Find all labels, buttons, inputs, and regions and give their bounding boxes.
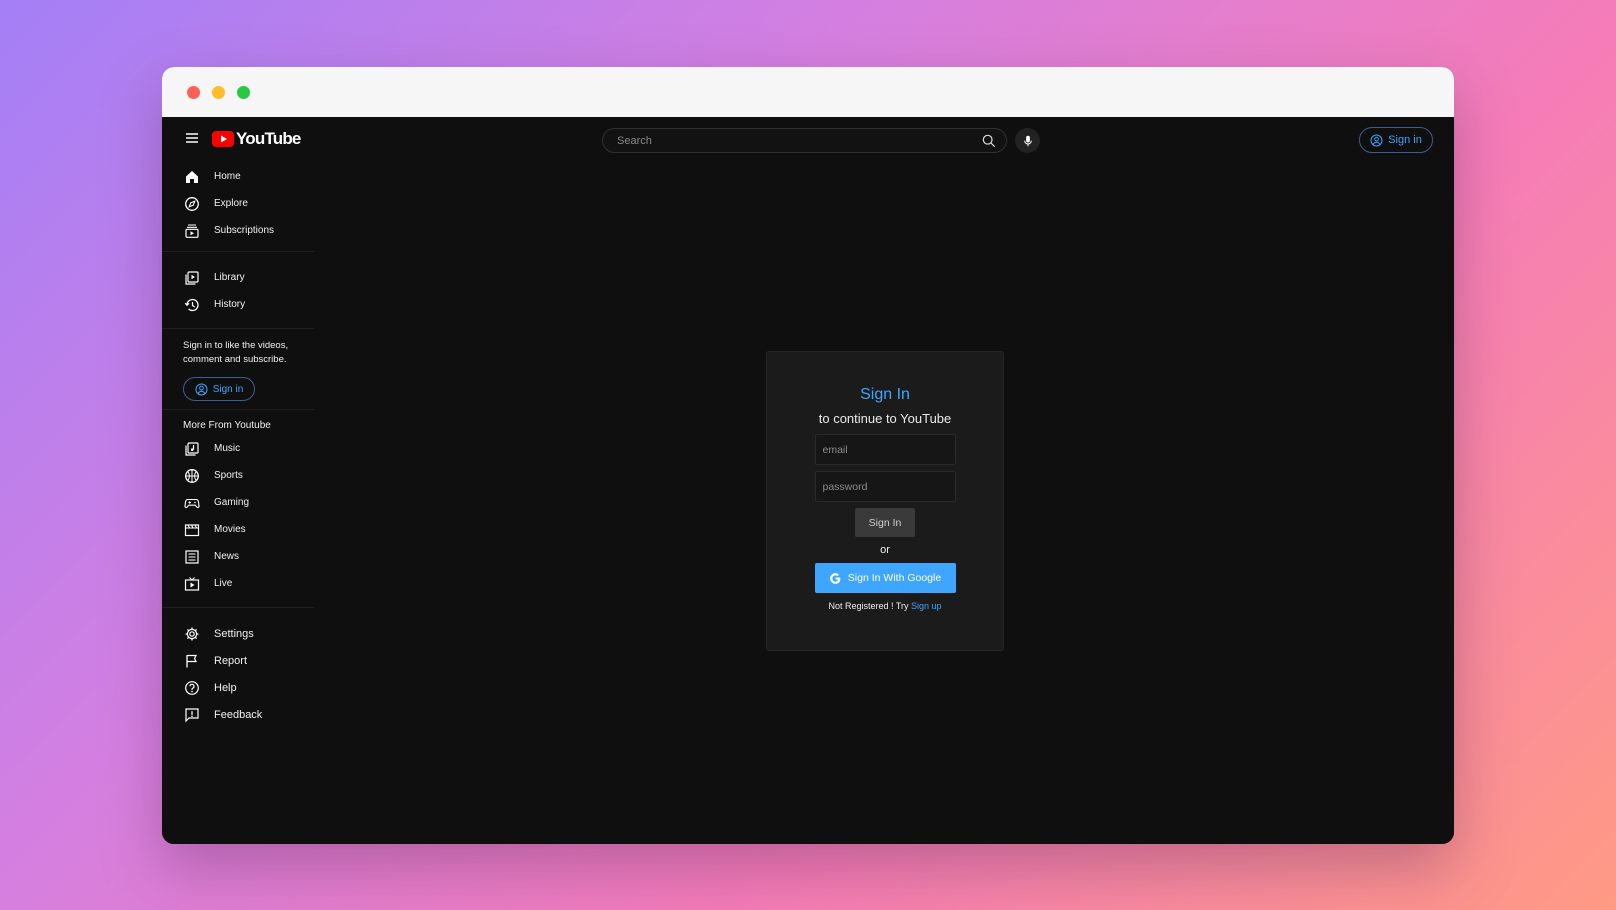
- header-sign-in-button[interactable]: Sign in: [1359, 127, 1433, 153]
- sidebar-sign-in-button[interactable]: Sign in: [183, 377, 255, 401]
- sidebar-sign-in-label: Sign in: [212, 383, 244, 395]
- gaming-icon: [184, 498, 200, 508]
- menu-icon[interactable]: [184, 130, 200, 146]
- sidebar-item-help[interactable]: Help: [162, 674, 314, 701]
- register-prompt: Not Registered ! Try Sign up: [828, 601, 941, 611]
- window-titlebar: [162, 67, 1454, 117]
- youtube-play-icon: [212, 131, 234, 147]
- sidebar-item-label: Gaming: [214, 497, 250, 508]
- sidebar-item-label: Feedback: [214, 708, 263, 721]
- sidebar-item-report[interactable]: Report: [162, 647, 314, 674]
- password-field[interactable]: [814, 471, 956, 502]
- music-icon: [185, 441, 199, 456]
- sidebar-item-label: History: [214, 299, 246, 310]
- google-sign-in-label: Sign In With Google: [847, 572, 942, 584]
- search-button[interactable]: [972, 129, 1006, 152]
- account-circle-icon: [195, 382, 208, 396]
- sidebar-item-label: News: [214, 551, 240, 562]
- sidebar-item-music[interactable]: Music: [162, 435, 314, 462]
- logo-text: YouTube: [236, 129, 301, 148]
- sidebar-item-label: Report: [214, 654, 248, 667]
- sign-up-link[interactable]: Sign up: [911, 601, 942, 611]
- search-icon: [982, 134, 996, 147]
- sidebar-item-library[interactable]: Library: [162, 264, 314, 291]
- live-icon: [184, 576, 200, 591]
- feedback-icon: [185, 707, 199, 722]
- sidebar-divider: [162, 607, 314, 608]
- home-icon: [186, 170, 198, 183]
- sign-in-promo: Sign in to like the videos, comment and …: [162, 329, 314, 409]
- header-sign-in-label: Sign in: [1388, 134, 1422, 146]
- email-field[interactable]: [814, 434, 956, 465]
- voice-search-button[interactable]: [1015, 128, 1040, 153]
- google-sign-in-button[interactable]: Sign In With Google: [814, 563, 956, 593]
- sidebar-item-settings[interactable]: Settings: [162, 620, 314, 647]
- sports-icon: [185, 468, 199, 483]
- gear-icon: [185, 627, 199, 640]
- sidebar-item-sports[interactable]: Sports: [162, 462, 314, 489]
- sidebar-item-history[interactable]: History: [162, 291, 314, 318]
- subscriptions-icon: [185, 223, 199, 238]
- library-icon: [185, 270, 199, 285]
- search-box: [602, 128, 1007, 153]
- more-from-youtube-heading: More From Youtube: [183, 420, 271, 431]
- sidebar-item-gaming[interactable]: Gaming: [162, 489, 314, 516]
- sidebar-item-label: Library: [214, 272, 245, 283]
- news-icon: [185, 549, 199, 564]
- compass-icon: [185, 196, 199, 211]
- sidebar-item-movies[interactable]: Movies: [162, 516, 314, 543]
- movies-icon: [184, 523, 200, 536]
- sidebar-item-news[interactable]: News: [162, 543, 314, 570]
- register-text: Not Registered ! Try: [828, 601, 909, 611]
- sign-in-submit-button[interactable]: Sign In: [855, 508, 915, 537]
- sign-in-title: Sign In: [860, 386, 910, 403]
- sidebar-item-label: Live: [214, 578, 233, 589]
- youtube-app: YouTube Search Sign in Home Explore Subs…: [162, 117, 1454, 844]
- sidebar-item-label: Home: [214, 171, 241, 182]
- help-icon: [185, 680, 199, 695]
- sidebar-item-label: Movies: [214, 524, 246, 535]
- sidebar-item-label: Music: [214, 443, 241, 454]
- sidebar-item-home[interactable]: Home: [162, 163, 314, 190]
- search-input[interactable]: [603, 134, 972, 147]
- sidebar-divider: [162, 251, 314, 252]
- sign-in-subtitle: to continue to YouTube: [818, 411, 952, 426]
- sidebar-item-label: Subscriptions: [214, 225, 275, 236]
- maximize-window-button[interactable]: [237, 85, 250, 99]
- sign-in-card: Sign In to continue to YouTube Sign In o…: [766, 351, 1004, 651]
- history-icon: [184, 298, 199, 311]
- account-circle-icon: [1370, 133, 1383, 147]
- sidebar-item-subscriptions[interactable]: Subscriptions: [162, 217, 314, 244]
- youtube-logo[interactable]: YouTube: [212, 129, 301, 149]
- sidebar-item-label: Sports: [214, 470, 243, 481]
- sidebar: Home Explore Subscriptions Library Histo…: [162, 163, 314, 728]
- top-bar: YouTube Search Sign in: [162, 117, 1454, 161]
- flag-icon: [186, 654, 197, 667]
- google-icon: [829, 572, 841, 584]
- sidebar-item-label: Settings: [214, 627, 254, 640]
- sidebar-item-label: Help: [214, 681, 237, 694]
- sidebar-item-live[interactable]: Live: [162, 570, 314, 597]
- or-separator: or: [880, 544, 890, 556]
- sign-in-promo-text: Sign in to like the videos, comment and …: [183, 340, 289, 365]
- sidebar-item-feedback[interactable]: Feedback: [162, 701, 314, 728]
- browser-window: YouTube Search Sign in Home Explore Subs…: [162, 67, 1454, 844]
- microphone-icon: [1023, 135, 1032, 146]
- close-window-button[interactable]: [187, 85, 200, 99]
- sidebar-item-explore[interactable]: Explore: [162, 190, 314, 217]
- minimize-window-button[interactable]: [212, 85, 225, 99]
- sidebar-item-label: Explore: [214, 198, 248, 209]
